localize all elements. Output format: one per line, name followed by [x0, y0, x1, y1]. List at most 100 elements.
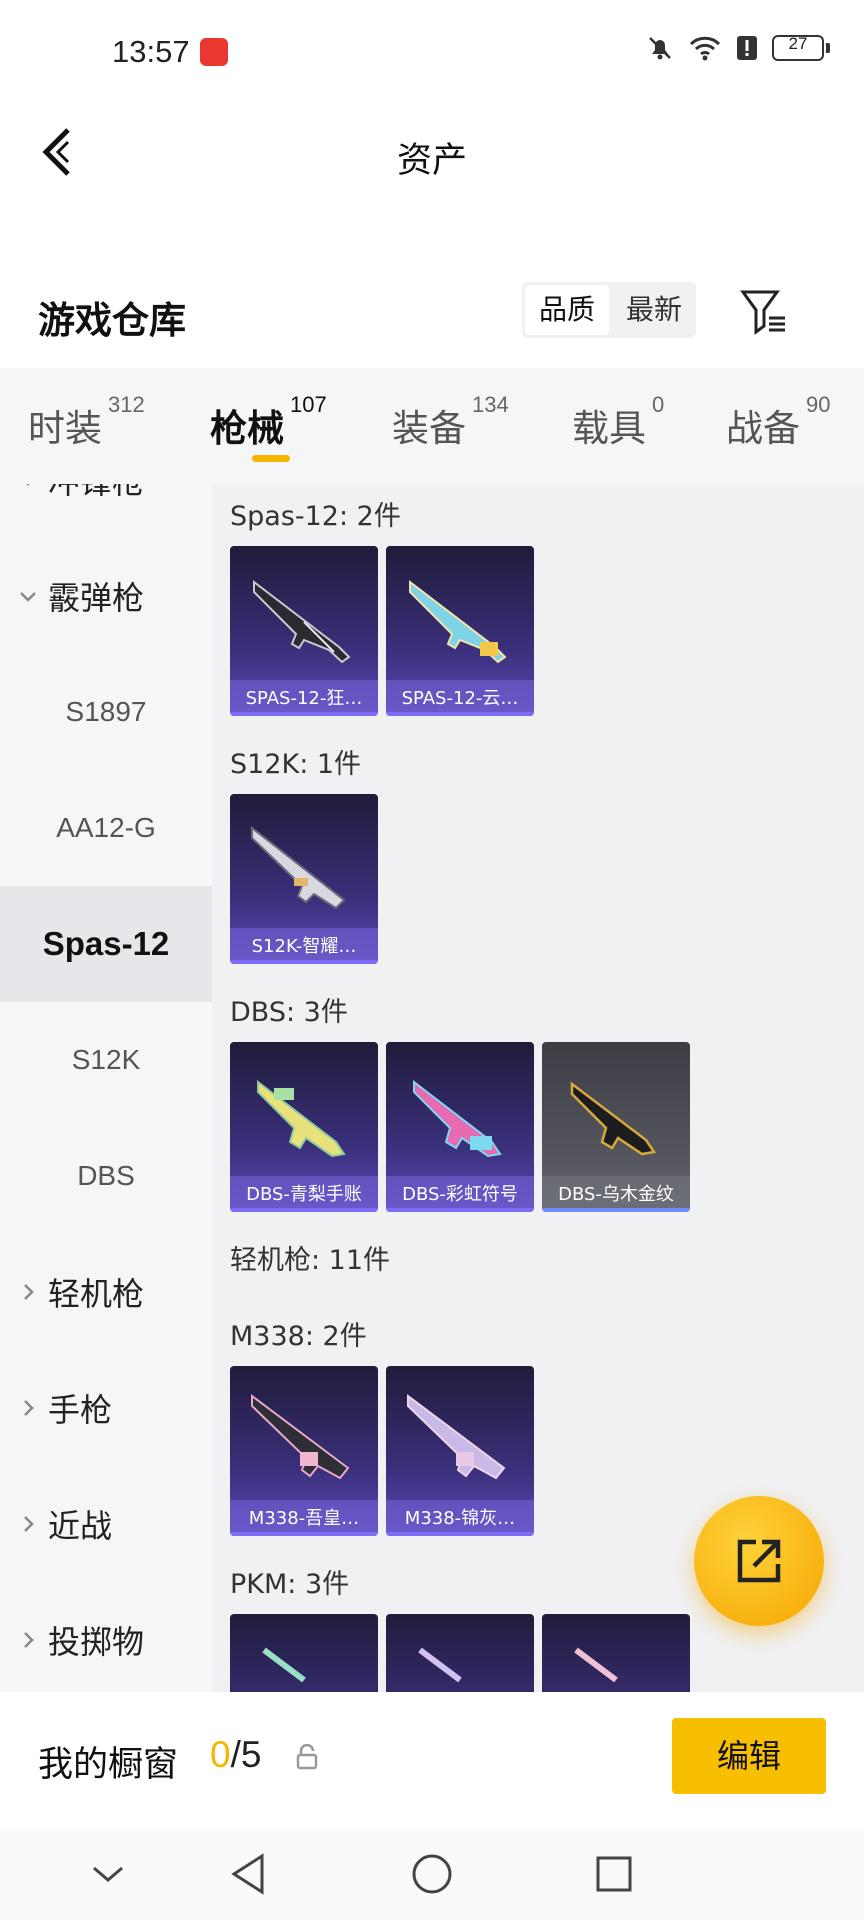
warehouse-title: 游戏仓库	[38, 299, 186, 342]
active-tab-indicator	[252, 455, 290, 462]
tab-count: 90	[806, 392, 831, 417]
group-label: PKM: 3件	[230, 1569, 350, 1600]
chevron-right-icon	[24, 1400, 34, 1416]
skin-card[interactable]: S12K-智耀…	[230, 794, 378, 964]
tab-weapons[interactable]: 枪械107	[210, 392, 327, 452]
group-label: DBS: 3件	[230, 997, 348, 1028]
system-navigation-bar	[0, 1828, 864, 1920]
skin-name: SPAS-12-狂…	[245, 688, 363, 709]
skin-name: DBS-青梨手账	[246, 1184, 362, 1205]
tab-supplies[interactable]: 战备90	[726, 392, 830, 452]
shotgun-skin-icon	[570, 1081, 657, 1156]
skin-card[interactable]: DBS-彩虹符号	[386, 1042, 534, 1212]
sidebar-item-label: 投掷物	[48, 1623, 145, 1661]
tab-count: 134	[472, 392, 509, 417]
skin-card[interactable]	[542, 1614, 690, 1692]
skin-name: SPAS-12-云…	[401, 688, 519, 709]
skin-card[interactable]	[230, 1614, 378, 1692]
sidebar-item-label: DBS	[77, 1160, 135, 1191]
shotgun-skin-icon	[413, 1079, 502, 1158]
sidebar-item-label: 轻机枪	[48, 1275, 145, 1313]
collapse-icon	[93, 1866, 123, 1882]
chevron-down-icon	[20, 592, 36, 602]
battery-icon: 27	[772, 34, 830, 61]
tab-count: 107	[290, 392, 327, 417]
alert-icon	[737, 36, 757, 60]
status-time: 13:57	[112, 34, 190, 69]
skin-name: M338-吾皇…	[248, 1508, 360, 1529]
sidebar-item-label: 手枪	[48, 1391, 113, 1429]
share-export-icon	[737, 1539, 781, 1583]
sidebar-item-s1897[interactable]: S1897	[0, 654, 212, 770]
group-label: Spas-12: 2件	[230, 501, 401, 532]
tab-fashion[interactable]: 时装312	[28, 392, 145, 452]
filter-icon	[740, 290, 785, 335]
sidebar-item-lmg[interactable]: 轻机枪	[0, 1234, 212, 1350]
tab-vehicles[interactable]: 载具0	[572, 392, 664, 452]
group-label: 轻机枪: 11件	[230, 1245, 391, 1276]
tab-label: 载具	[572, 407, 646, 450]
showcase-total: /5	[230, 1734, 262, 1775]
sidebar-item-label: AA12-G	[56, 812, 156, 843]
group-label: M338: 2件	[230, 1321, 367, 1352]
mute-icon	[649, 37, 671, 60]
app-notification-icon	[200, 38, 228, 66]
showcase-title: 我的橱窗	[38, 1745, 179, 1785]
back-triangle-icon	[231, 1853, 264, 1895]
page-title: 资产	[396, 141, 467, 181]
sidebar-item-s12k[interactable]: S12K	[0, 1002, 212, 1118]
chevron-right-icon	[24, 1516, 34, 1532]
edit-button[interactable]: 编辑	[672, 1718, 826, 1794]
sidebar-item-smg[interactable]: 冲锋枪	[0, 484, 212, 538]
group-label: S12K: 1件	[230, 749, 362, 780]
sidebar-item-shotgun[interactable]: 霰弹枪	[0, 538, 212, 654]
chevron-right-icon	[24, 1284, 34, 1300]
home-circle-icon	[412, 1854, 452, 1894]
sidebar-item-label: S12K	[71, 1044, 141, 1075]
skin-name: DBS-彩虹符号	[402, 1184, 518, 1205]
sidebar-item-dbs[interactable]: DBS	[0, 1118, 212, 1234]
shotgun-skin-icon	[251, 825, 346, 910]
shotgun-skin-icon	[257, 1079, 346, 1158]
skin-name: DBS-乌木金纹	[558, 1184, 674, 1205]
skin-card[interactable]	[386, 1614, 534, 1692]
tab-equipment[interactable]: 装备134	[392, 392, 509, 452]
sort-newest-option[interactable]: 最新	[612, 282, 696, 338]
nav-header: 资产	[0, 100, 864, 210]
tab-label: 装备	[392, 407, 466, 450]
tab-count: 312	[108, 392, 145, 417]
skin-card[interactable]: DBS-乌木金纹	[542, 1042, 690, 1212]
collapse-button[interactable]	[80, 1846, 136, 1902]
sidebar-item-spas12[interactable]: Spas-12	[0, 886, 212, 1002]
skin-card[interactable]: SPAS-12-狂…	[230, 546, 378, 716]
filter-button[interactable]	[734, 282, 794, 342]
sidebar-item-label: 霰弹枪	[48, 579, 145, 617]
sidebar-item-label: 冲锋枪	[48, 484, 144, 503]
tab-label: 战备	[726, 407, 800, 450]
sidebar-item-melee[interactable]: 近战	[0, 1466, 212, 1582]
skin-name: M338-锦灰…	[404, 1508, 516, 1529]
skin-card[interactable]: M338-锦灰…	[386, 1366, 534, 1536]
machine-gun-skin-icon	[407, 1394, 506, 1480]
sidebar-item-pistol[interactable]: 手枪	[0, 1350, 212, 1466]
skin-card[interactable]: SPAS-12-云…	[386, 546, 534, 716]
system-home-button[interactable]	[404, 1846, 460, 1902]
recents-square-icon	[596, 1856, 632, 1892]
weapon-category-sidebar: 冲锋枪 霰弹枪 S1897 AA12-G Spas-12 S12K DBS 轻机…	[0, 484, 212, 1692]
sidebar-item-aa12g[interactable]: AA12-G	[0, 770, 212, 886]
skin-card[interactable]: M338-吾皇…	[230, 1366, 378, 1536]
system-recents-button[interactable]	[586, 1846, 642, 1902]
battery-level: 27	[788, 34, 808, 53]
share-button[interactable]	[694, 1496, 824, 1626]
shotgun-skin-icon	[253, 579, 351, 664]
sidebar-item-label: 近战	[48, 1507, 113, 1545]
status-icons: 27	[646, 34, 830, 62]
skin-card[interactable]: DBS-青梨手账	[230, 1042, 378, 1212]
system-back-button[interactable]	[220, 1846, 276, 1902]
sidebar-item-label: Spas-12	[42, 925, 170, 962]
sidebar-item-throwable[interactable]: 投掷物	[0, 1582, 212, 1692]
tab-count: 0	[652, 392, 665, 417]
machine-gun-skin-icon	[262, 1647, 306, 1683]
sort-quality-option[interactable]: 品质	[525, 285, 610, 335]
tab-label: 时装	[28, 407, 102, 450]
